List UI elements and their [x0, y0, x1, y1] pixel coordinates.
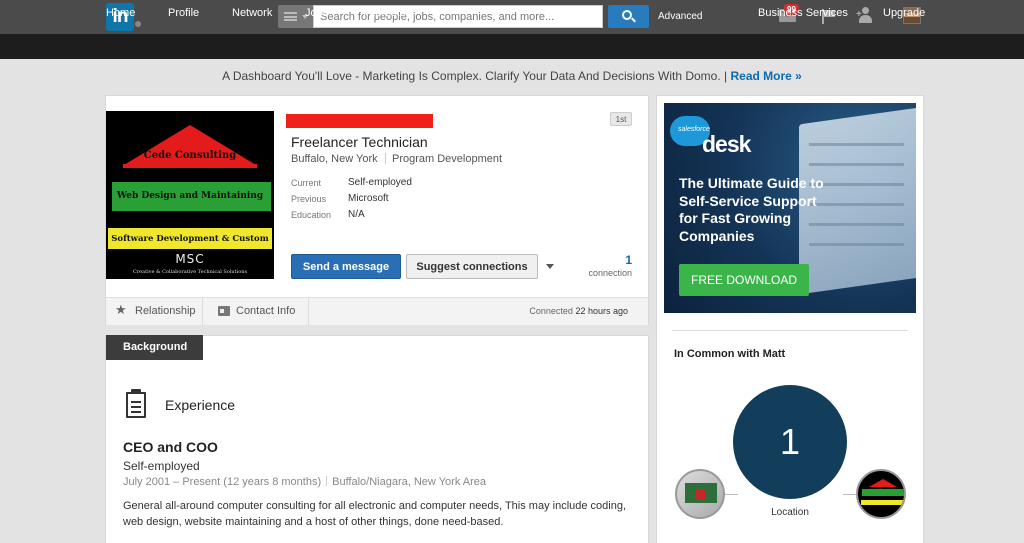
nav-interests[interactable]: Interests	[363, 7, 405, 19]
in-common-label: Location	[771, 507, 809, 518]
nav-jobs[interactable]: Jobs	[305, 7, 328, 19]
search-button[interactable]	[608, 5, 649, 28]
fact-value-education: N/A	[348, 209, 365, 220]
job-company: Self-employed	[123, 459, 200, 473]
divider	[385, 153, 386, 164]
menu-lines-icon	[284, 12, 297, 21]
fact-value-current: Self-employed	[348, 177, 412, 188]
job-title: CEO and COO	[123, 439, 218, 455]
logo-dot-icon	[135, 21, 141, 27]
more-actions-chevron-icon[interactable]	[546, 264, 554, 269]
suggest-connections-button[interactable]: Suggest connections	[406, 254, 538, 279]
resume-icon	[124, 389, 148, 420]
read-more-link[interactable]: Read More »	[730, 69, 801, 83]
star-icon: ★	[115, 302, 127, 317]
relationship-label: Relationship	[135, 305, 196, 317]
search-input[interactable]	[313, 5, 603, 28]
connected-since: Connected 22 hours ago	[529, 306, 628, 316]
profile-photo[interactable]: "Cede Consulting" Web Design and Maintai…	[106, 111, 274, 279]
logo-text-web: Web Design and Maintaining	[116, 191, 264, 201]
profile-industry[interactable]: Program Development	[392, 153, 502, 165]
connection-degree-badge: 1st	[610, 112, 632, 126]
advanced-search-link[interactable]: Advanced	[658, 11, 702, 22]
profile-avatar-small[interactable]	[856, 469, 906, 519]
contact-card-icon	[218, 306, 230, 316]
fact-label-previous: Previous	[291, 194, 327, 204]
display-ad[interactable]: salesforce desk The Ultimate Guide to Se…	[664, 103, 916, 313]
divider	[672, 330, 908, 331]
fact-label-education: Education	[291, 210, 332, 220]
profile-headline: Freelancer Technician	[291, 134, 428, 150]
send-message-button[interactable]: Send a message	[291, 254, 401, 279]
in-common-count[interactable]: 1	[733, 385, 847, 499]
text-ad-copy: A Dashboard You'll Love - Marketing Is C…	[222, 69, 728, 83]
add-connections-icon[interactable]: +	[856, 7, 876, 24]
connected-time: 22 hours ago	[575, 306, 628, 316]
job-description: General all-around computer consulting f…	[123, 500, 627, 528]
nav-home[interactable]: Home	[106, 7, 135, 19]
member-avatar[interactable]	[675, 469, 725, 519]
redacted-name	[286, 114, 433, 128]
connection-label: connection	[588, 268, 632, 278]
connection-count[interactable]: 1	[580, 253, 632, 267]
fact-label-current: Current	[291, 178, 322, 188]
contact-info-label: Contact Info	[236, 305, 296, 317]
nav-profile[interactable]: Profile	[168, 7, 199, 19]
logo-text-cede: "Cede Consulting"	[138, 150, 242, 161]
main-nav	[0, 34, 1024, 59]
logo-tagline: Creative & Collaborative Technical Solut…	[132, 269, 248, 275]
job-dates: July 2001 – Present (12 years 8 months)	[123, 476, 322, 488]
nav-business-services[interactable]: Business Services	[758, 7, 848, 19]
nav-network[interactable]: Network	[232, 7, 272, 19]
background-tab[interactable]: Background	[106, 335, 203, 360]
profile-location[interactable]: Buffalo, New York	[291, 153, 378, 165]
logo-text-msc: MSC	[175, 252, 205, 266]
job-location: Buffalo/Niagara, New York Area	[332, 476, 487, 488]
nav-upgrade[interactable]: Upgrade	[883, 7, 925, 19]
text-ad-banner: A Dashboard You'll Love - Marketing Is C…	[0, 69, 1024, 83]
ad-headline: The Ultimate Guide to Self-Service Suppo…	[679, 175, 824, 244]
logo-text-software: Software Development & Custom	[111, 234, 269, 244]
job-meta: July 2001 – Present (12 years 8 months) B…	[123, 476, 486, 488]
free-download-button[interactable]: FREE DOWNLOAD	[679, 264, 809, 296]
in-common-title: In Common with Matt	[674, 348, 786, 360]
experience-heading: Experience	[165, 397, 236, 413]
ad-brand: desk	[702, 131, 751, 157]
fact-value-previous: Microsoft	[348, 193, 389, 204]
